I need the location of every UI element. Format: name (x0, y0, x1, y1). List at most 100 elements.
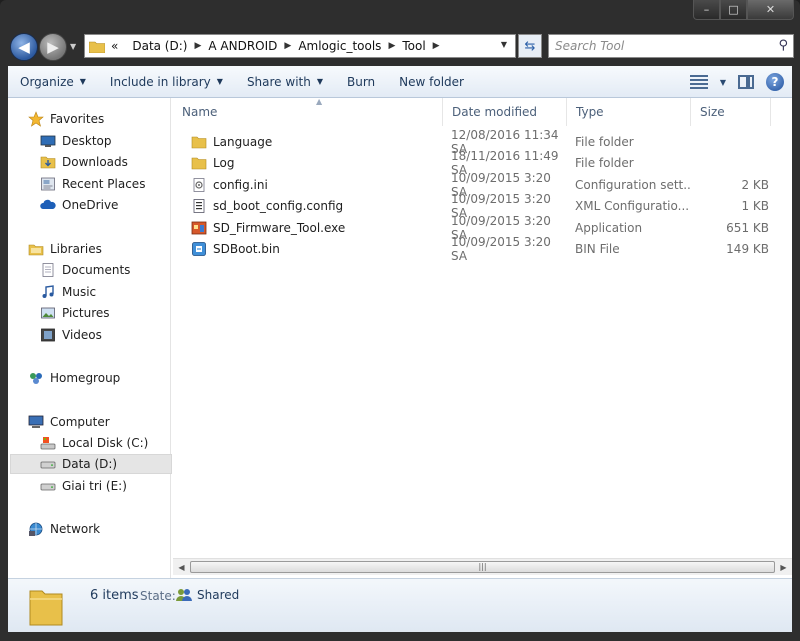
arrow-left-icon: ◀ (18, 38, 30, 56)
column-header-size[interactable]: Size (691, 98, 771, 126)
documents-icon (42, 263, 54, 277)
back-button[interactable]: ◀ (10, 33, 38, 61)
sidebar-item-desktop[interactable]: Desktop (40, 131, 112, 151)
computer-icon (28, 415, 44, 428)
search-placeholder: Search Tool (555, 39, 625, 53)
sidebar-label: Pictures (62, 306, 110, 320)
drive-icon (40, 483, 56, 491)
desktop-icon (40, 135, 56, 147)
file-name: SDBoot.bin (213, 241, 280, 256)
forward-button[interactable]: ▶ (39, 33, 67, 61)
sidebar-item-pictures[interactable]: Pictures (40, 303, 110, 323)
file-name-cell: Log (173, 155, 443, 171)
file-name-cell: SD_Firmware_Tool.exe (173, 220, 443, 236)
sidebar-item-recent-places[interactable]: Recent Places (40, 174, 145, 194)
address-dropdown-icon[interactable]: ▼ (501, 40, 507, 49)
recent-pages-dropdown[interactable]: ▼ (70, 42, 76, 51)
share-with-label: Share with (246, 74, 311, 89)
drive-icon (40, 461, 56, 469)
include-in-library-label: Include in library (109, 74, 211, 89)
chevron-down-icon: ▼ (216, 77, 223, 86)
breadcrumb-overflow[interactable]: « (111, 39, 118, 53)
scrollbar-thumb[interactable]: ||| (190, 561, 775, 573)
change-view-icon[interactable] (689, 75, 708, 89)
file-name-cell: Language (173, 134, 443, 150)
column-header-type[interactable]: Type (567, 98, 691, 126)
breadcrumb-data-d[interactable]: Data (D:) (132, 39, 187, 53)
sidebar-item-computer[interactable]: Computer (28, 412, 110, 432)
chevron-down-icon: ▼ (79, 77, 86, 86)
close-button[interactable]: ✕ (747, 0, 794, 20)
new-folder-label: New folder (399, 74, 464, 89)
sidebar-label: Libraries (50, 242, 102, 256)
include-in-library-button[interactable]: Include in library ▼ (98, 66, 235, 97)
column-header-date[interactable]: Date modified (443, 98, 567, 126)
help-icon[interactable]: ? (766, 73, 784, 91)
sidebar-label: Favorites (50, 112, 105, 126)
scroll-right-icon[interactable]: ▶ (775, 559, 792, 576)
chevron-right-icon[interactable]: ▶ (284, 41, 291, 51)
breadcrumb-tool[interactable]: Tool (402, 39, 425, 53)
sidebar-item-network[interactable]: Network (28, 519, 100, 539)
chevron-right-icon[interactable]: ▶ (194, 41, 201, 51)
bin-file-icon (192, 241, 206, 256)
sidebar-item-giai-tri-e[interactable]: Giai tri (E:) (40, 476, 127, 496)
chevron-right-icon[interactable]: ▶ (433, 41, 440, 51)
sidebar-item-homegroup[interactable]: Homegroup (28, 368, 120, 388)
navigation-bar: ◀ ▶ ▼ « Data (D:) ▶ A ANDROID ▶ Amlogic_… (8, 30, 794, 64)
chevron-right-icon[interactable]: ▶ (388, 41, 395, 51)
sidebar-item-music[interactable]: Music (40, 282, 96, 302)
sidebar-item-data-d[interactable]: Data (D:) (10, 454, 172, 474)
preview-pane-icon[interactable] (738, 75, 754, 89)
organize-button[interactable]: Organize ▼ (8, 66, 98, 97)
breadcrumb-amlogic-tools[interactable]: Amlogic_tools (298, 39, 381, 53)
details-pane: 6 items State: Shared (8, 578, 792, 632)
file-type: Application (575, 220, 643, 235)
state-value-text: Shared (197, 588, 240, 602)
sidebar-label: Data (D:) (62, 457, 118, 471)
burn-label: Burn (347, 74, 376, 89)
sidebar-item-documents[interactable]: Documents (40, 260, 130, 280)
share-with-button[interactable]: Share with ▼ (235, 66, 335, 97)
sidebar-label: Recent Places (62, 177, 146, 191)
sidebar-item-libraries[interactable]: Libraries (28, 239, 102, 259)
column-header-name[interactable]: Name (173, 98, 443, 126)
sidebar-label: Music (62, 285, 97, 299)
system-drive-icon (40, 437, 56, 450)
file-size: 651 KB (726, 220, 769, 235)
file-type: File folder (575, 134, 634, 149)
burn-button[interactable]: Burn (335, 66, 387, 97)
sidebar-item-onedrive[interactable]: OneDrive (40, 195, 118, 215)
downloads-folder-icon (40, 156, 56, 169)
column-header-label: Size (700, 105, 725, 119)
maximize-button[interactable]: □ (720, 0, 747, 20)
horizontal-scrollbar[interactable]: ◀ ||| ▶ (173, 558, 792, 575)
search-input[interactable]: Search Tool ⚲ (548, 34, 794, 58)
sidebar-item-downloads[interactable]: Downloads (40, 152, 128, 172)
sidebar-label: Local Disk (C:) (62, 436, 149, 450)
file-row[interactable]: SDBoot.bin 10/09/2015 3:20 SA BIN File 1… (173, 235, 792, 263)
view-dropdown-icon[interactable]: ▼ (720, 78, 726, 87)
address-bar[interactable]: « Data (D:) ▶ A ANDROID ▶ Amlogic_tools … (84, 34, 516, 58)
new-folder-button[interactable]: New folder (387, 66, 476, 97)
network-icon (29, 522, 43, 536)
folder-icon (191, 136, 207, 148)
state-label: State: (140, 589, 176, 603)
sidebar-item-local-disk-c[interactable]: Local Disk (C:) (40, 433, 148, 453)
file-name: SD_Firmware_Tool.exe (213, 220, 346, 235)
application-icon (191, 221, 207, 234)
search-icon[interactable]: ⚲ (778, 38, 788, 53)
file-date: 10/09/2015 3:20 SA (451, 234, 551, 263)
refresh-button[interactable]: ⇆ (518, 34, 542, 58)
scroll-left-icon[interactable]: ◀ (173, 559, 190, 576)
file-name: Language (213, 134, 273, 149)
column-header-label: Name (182, 105, 218, 119)
file-name: config.ini (213, 177, 268, 192)
file-list: ▲ Name Date modified Type Size Language … (173, 97, 792, 578)
command-bar: Organize ▼ Include in library ▼ Share with… (8, 66, 792, 98)
arrow-right-icon: ▶ (47, 38, 59, 56)
minimize-button[interactable]: – (693, 0, 720, 20)
breadcrumb-a-android[interactable]: A ANDROID (208, 39, 277, 53)
sidebar-item-favorites[interactable]: Favorites (28, 109, 104, 129)
sidebar-item-videos[interactable]: Videos (40, 325, 102, 345)
